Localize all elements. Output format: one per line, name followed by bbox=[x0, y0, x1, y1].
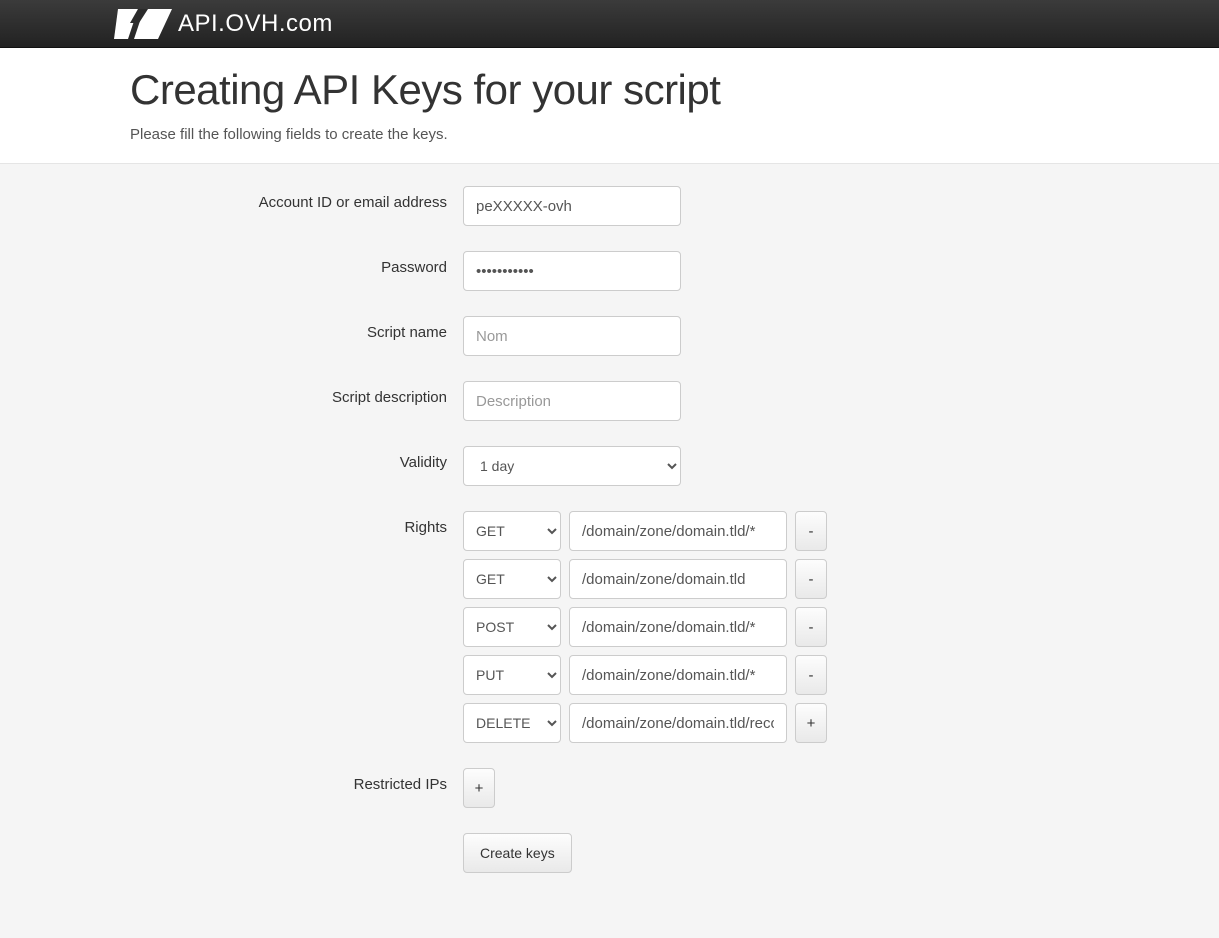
rights-add-button[interactable]: + bbox=[795, 703, 827, 743]
page-subtitle: Please fill the following fields to crea… bbox=[130, 126, 1219, 143]
rights-method-select[interactable]: PUT bbox=[463, 655, 561, 695]
script-name-label: Script name bbox=[0, 316, 463, 341]
password-label: Password bbox=[0, 251, 463, 276]
rights-remove-button[interactable]: - bbox=[795, 559, 827, 599]
script-name-input[interactable] bbox=[463, 316, 681, 356]
create-keys-form: Account ID or email address Password Scr… bbox=[0, 164, 1219, 938]
rights-method-select[interactable]: POST bbox=[463, 607, 561, 647]
restricted-ips-add-button[interactable]: + bbox=[463, 768, 495, 808]
rights-path-input[interactable] bbox=[569, 703, 787, 743]
rights-remove-button[interactable]: - bbox=[795, 655, 827, 695]
password-input[interactable] bbox=[463, 251, 681, 291]
account-id-label: Account ID or email address bbox=[0, 186, 463, 211]
rights-method-select[interactable]: GET bbox=[463, 511, 561, 551]
logo-text: API.OVH.com bbox=[178, 10, 333, 38]
rights-method-select[interactable]: DELETE bbox=[463, 703, 561, 743]
page-title: Creating API Keys for your script bbox=[130, 66, 1219, 114]
restricted-ips-label: Restricted IPs bbox=[0, 768, 463, 793]
rights-path-input[interactable] bbox=[569, 511, 787, 551]
ovh-logo-icon bbox=[114, 9, 172, 39]
validity-label: Validity bbox=[0, 446, 463, 471]
page-header: Creating API Keys for your script Please… bbox=[0, 48, 1219, 164]
validity-select[interactable]: 1 day bbox=[463, 446, 681, 486]
rights-path-input[interactable] bbox=[569, 559, 787, 599]
account-id-input[interactable] bbox=[463, 186, 681, 226]
create-keys-button[interactable]: Create keys bbox=[463, 833, 572, 873]
rights-remove-button[interactable]: - bbox=[795, 511, 827, 551]
logo-area[interactable]: API.OVH.com bbox=[114, 9, 333, 39]
rights-remove-button[interactable]: - bbox=[795, 607, 827, 647]
rights-label: Rights bbox=[0, 511, 463, 536]
top-navbar: API.OVH.com bbox=[0, 0, 1219, 48]
rights-method-select[interactable]: GET bbox=[463, 559, 561, 599]
script-description-input[interactable] bbox=[463, 381, 681, 421]
script-description-label: Script description bbox=[0, 381, 463, 406]
rights-path-input[interactable] bbox=[569, 655, 787, 695]
rights-path-input[interactable] bbox=[569, 607, 787, 647]
